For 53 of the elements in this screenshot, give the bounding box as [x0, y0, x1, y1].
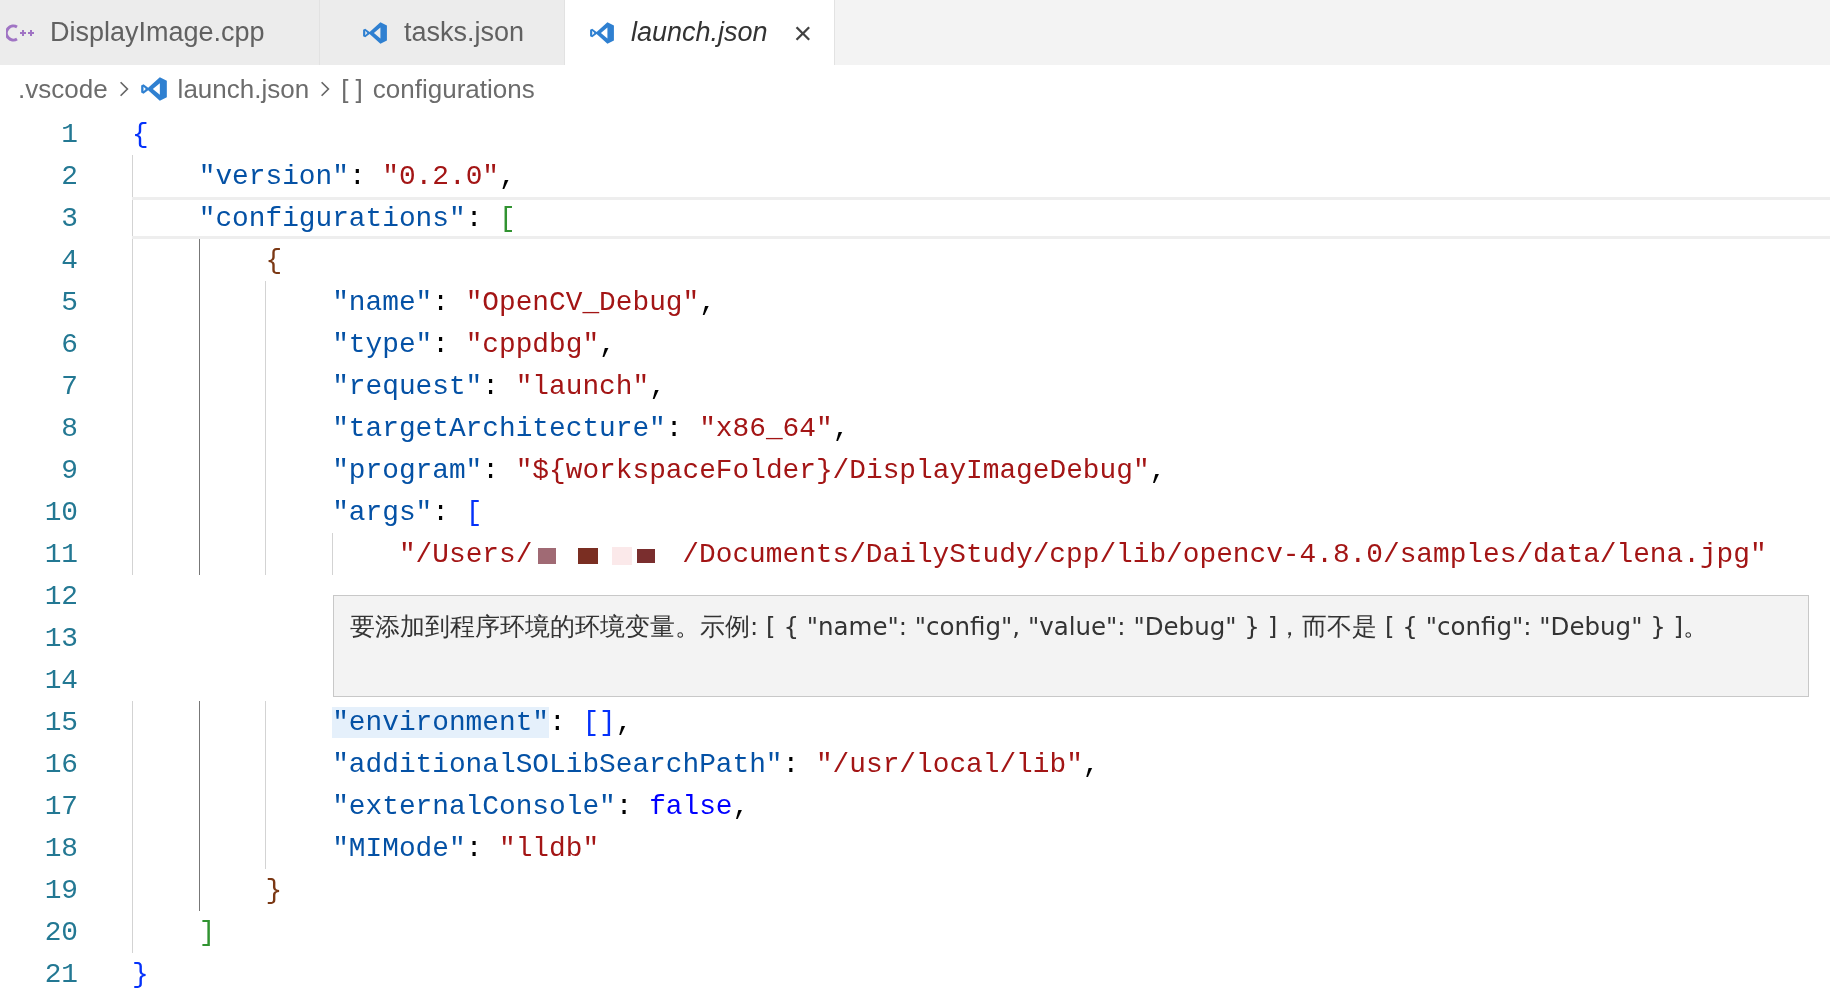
vscode-logo-icon	[360, 19, 390, 46]
code-line: "type": "cppdbg",	[332, 328, 616, 360]
line-number: 11	[43, 538, 78, 570]
line-number: 1	[60, 118, 78, 150]
vscode-logo-icon	[587, 19, 617, 46]
line-number: 13	[43, 622, 78, 654]
code-line: "additionalSOLibSearchPath": "/usr/local/lib",	[332, 748, 1100, 780]
code-line: "program": "${workspaceFolder}/DisplayImageDebug",	[332, 454, 1167, 486]
editor-tab[interactable]: launch.json ×	[565, 0, 836, 65]
code-line: "request": "launch",	[332, 370, 666, 402]
line-number: 10	[43, 496, 78, 528]
breadcrumb-item[interactable]: .vscode	[18, 73, 108, 105]
line-number: 5	[60, 286, 78, 318]
line-number: 18	[43, 832, 78, 864]
code-line: "args": [	[332, 496, 483, 528]
line-number: 20	[43, 916, 78, 948]
code-line: "configurations": [	[198, 202, 516, 234]
code-line: "externalConsole": false,	[332, 790, 750, 822]
code-line: "name": "OpenCV_Debug",	[332, 286, 716, 318]
editor-tab[interactable]: DisplayImage.cpp	[0, 0, 320, 65]
code-line: ]	[198, 916, 216, 948]
array-symbol-icon: [ ]	[341, 73, 363, 105]
code-text: "/Users/	[398, 538, 533, 570]
chevron-right-icon	[117, 80, 130, 98]
chevron-right-icon	[319, 80, 332, 98]
line-number: 19	[43, 874, 78, 906]
code-line: }	[265, 874, 283, 906]
code-line: }	[132, 958, 149, 990]
editor-tab[interactable]: tasks.json	[320, 0, 565, 65]
code-line: "targetArchitecture": "x86_64",	[332, 412, 850, 444]
close-icon[interactable]: ×	[793, 16, 813, 49]
line-number: 9	[60, 454, 78, 486]
code-line: "MIMode": "lldb"	[332, 832, 600, 864]
line-number: 7	[60, 370, 78, 402]
line-number: 8	[60, 412, 78, 444]
vscode-logo-icon	[139, 75, 168, 103]
line-number: 21	[43, 958, 78, 990]
code-line: {	[132, 118, 149, 150]
line-number: 4	[60, 244, 78, 276]
code-line: {	[265, 244, 283, 276]
line-number: 6	[60, 328, 78, 360]
line-number: 16	[43, 748, 78, 780]
hover-tooltip: 要添加到程序环境的环境变量。示例: [ { "name": "config", "value": "Debug" } ]，而不是 [ { "config": "Debug" } ]。	[333, 595, 1809, 697]
code-line: "version": "0.2.0",	[198, 160, 516, 192]
line-number: 12	[43, 580, 78, 612]
breadcrumb-item[interactable]: configurations	[372, 73, 535, 105]
line-number: 17	[43, 790, 78, 822]
line-number: 2	[60, 160, 78, 192]
line-number: 14	[43, 664, 78, 696]
line-number: 3	[60, 202, 78, 234]
code-text: /Documents/DailyStudy/cpp/lib/opencv-4.8.0/samples/data/lena.jpg"	[682, 538, 1767, 570]
line-number: 15	[43, 706, 78, 738]
breadcrumb-item[interactable]: launch.json	[177, 73, 310, 105]
